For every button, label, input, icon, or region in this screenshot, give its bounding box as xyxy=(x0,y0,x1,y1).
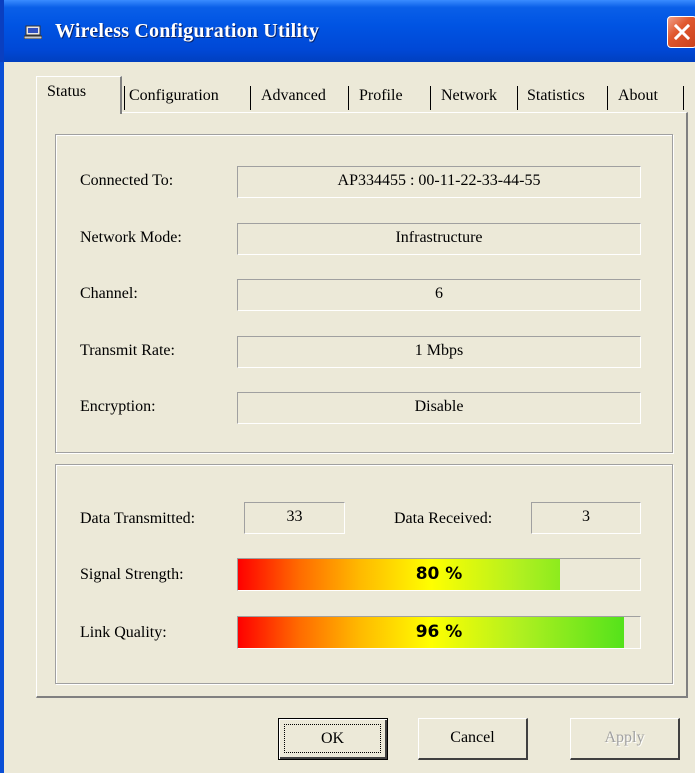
tab-separator xyxy=(348,86,349,110)
data-received-field: 3 xyxy=(531,502,641,534)
tab-about[interactable]: About xyxy=(618,80,658,112)
link-quality-label: Link Quality: xyxy=(80,624,167,641)
data-received-label: Data Received: xyxy=(394,510,493,527)
ok-button-label: OK xyxy=(284,724,381,753)
tab-advanced[interactable]: Advanced xyxy=(261,80,326,112)
link-quality-meter: 96 % xyxy=(237,616,641,649)
tab-separator xyxy=(607,86,608,110)
close-button[interactable] xyxy=(667,16,695,48)
computer-icon xyxy=(24,25,42,39)
tab-status[interactable]: Status xyxy=(36,76,122,114)
tab-separator xyxy=(124,86,125,110)
signal-strength-label: Signal Strength: xyxy=(80,566,184,583)
network-mode-label: Network Mode: xyxy=(80,229,182,246)
cancel-button[interactable]: Cancel xyxy=(418,718,528,760)
data-transmitted-label: Data Transmitted: xyxy=(80,510,196,527)
connected-to-field: AP334455 : 00-11-22-33-44-55 xyxy=(237,166,641,198)
channel-label: Channel: xyxy=(80,285,138,302)
tab-separator xyxy=(683,86,684,110)
connected-to-label: Connected To: xyxy=(80,172,174,189)
channel-field: 6 xyxy=(237,279,641,311)
encryption-field: Disable xyxy=(237,392,641,424)
apply-button[interactable]: Apply xyxy=(570,718,680,760)
tab-network[interactable]: Network xyxy=(441,80,497,112)
transmit-rate-label: Transmit Rate: xyxy=(80,342,175,359)
title-bar[interactable]: Wireless Configuration Utility xyxy=(0,0,695,62)
signal-strength-value: 80 % xyxy=(415,564,463,584)
tab-separator xyxy=(250,86,251,110)
encryption-label: Encryption: xyxy=(80,398,156,415)
data-transmitted-field: 33 xyxy=(244,502,345,534)
tab-profile[interactable]: Profile xyxy=(359,80,403,112)
tab-separator xyxy=(517,86,518,110)
window-frame xyxy=(0,62,4,773)
tab-statistics[interactable]: Statistics xyxy=(527,80,585,112)
network-mode-field: Infrastructure xyxy=(237,223,641,255)
tab-separator xyxy=(430,86,431,110)
tab-configuration[interactable]: Configuration xyxy=(129,80,219,112)
signal-strength-meter: 80 % xyxy=(237,558,641,591)
transmit-rate-field: 1 Mbps xyxy=(237,336,641,368)
close-icon xyxy=(674,24,690,40)
ok-button[interactable]: OK xyxy=(278,718,388,760)
window-title: Wireless Configuration Utility xyxy=(55,20,320,42)
link-quality-value: 96 % xyxy=(415,622,463,642)
